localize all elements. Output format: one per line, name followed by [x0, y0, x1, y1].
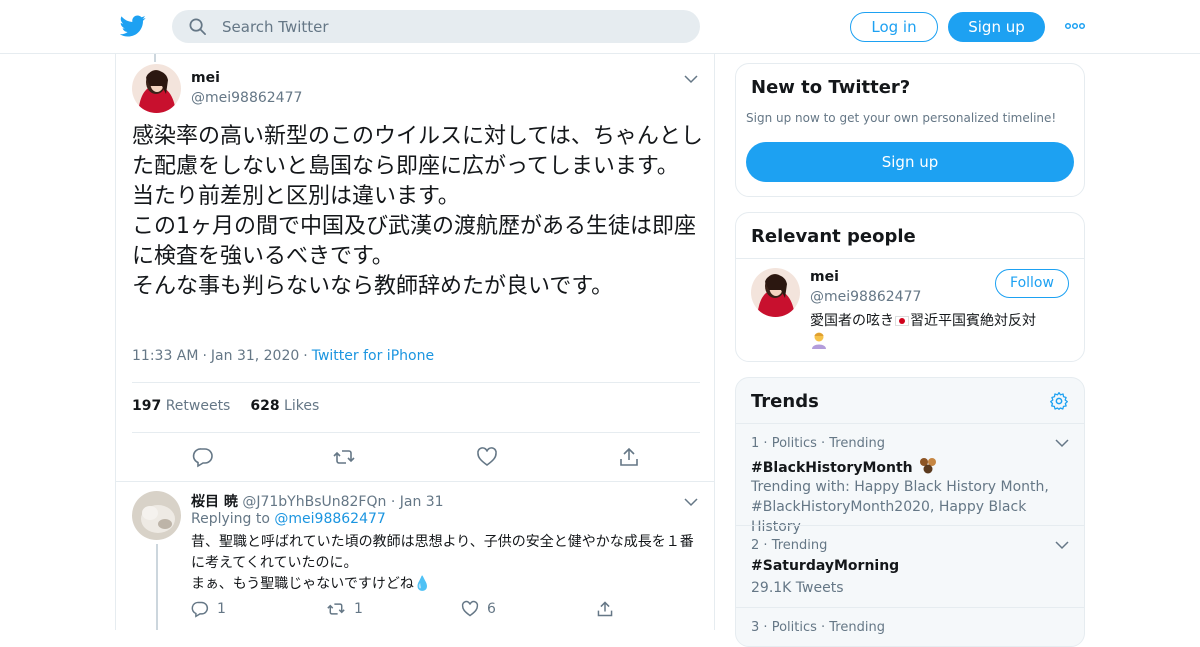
- person-name[interactable]: mei: [810, 269, 839, 285]
- person-handle[interactable]: @mei98862477: [810, 289, 921, 305]
- replying-to-handle-link[interactable]: @mei98862477: [274, 511, 385, 527]
- likes-stat[interactable]: 628 Likes: [250, 398, 319, 414]
- tweet-author-handle[interactable]: @mei98862477: [191, 90, 302, 106]
- person-bio: 愛国者の呟き 習近平国賓絶対反対: [810, 311, 1072, 351]
- new-to-twitter-card: New to Twitter? Sign up now to get your …: [735, 63, 1085, 197]
- raised-fists-emoji-icon: [919, 458, 936, 474]
- main-timeline: mei @mei98862477 感染率の高い新型のこのウイルスに対しては、ちゃ…: [115, 54, 715, 630]
- search-bar[interactable]: [172, 10, 700, 43]
- chevron-down-icon[interactable]: [1055, 540, 1069, 550]
- card-title: New to Twitter?: [751, 77, 911, 98]
- card-title: Relevant people: [751, 226, 916, 247]
- tweet-text: 感染率の高い新型のこのウイルスに対しては、ちゃんとした配慮をしないと島国なら即座…: [132, 124, 703, 299]
- divider: [132, 432, 700, 433]
- reply-date[interactable]: Jan 31: [400, 494, 444, 510]
- reply-action-share[interactable]: [596, 600, 622, 620]
- avatar-image: [132, 64, 181, 113]
- tweet-date: Jan 31, 2020: [210, 348, 300, 364]
- reply-author-handle[interactable]: @J71bYhBsUn82FQn: [242, 494, 386, 510]
- replying-to: Replying to @mei98862477: [191, 511, 386, 527]
- avatar[interactable]: [132, 64, 181, 113]
- search-icon: [189, 18, 206, 35]
- tweet-timestamp[interactable]: 11:33 AM · Jan 31, 2020 · Twitter for iPhone: [132, 348, 434, 364]
- relevant-people-card: Relevant people mei @mei98862477 Follow …: [735, 212, 1085, 362]
- avatar[interactable]: [751, 268, 800, 317]
- reply-icon[interactable]: [192, 446, 214, 468]
- trend-name[interactable]: #BlackHistoryMonth: [751, 457, 938, 476]
- japan-flag-icon: [895, 316, 909, 326]
- reply-action-retweet[interactable]: 1: [326, 600, 363, 620]
- trend-item[interactable]: 1 · Politics · Trending #BlackHistoryMon…: [736, 423, 1084, 535]
- card-subtitle: Sign up now to get your own personalized…: [746, 111, 1057, 125]
- retweet-count: 1: [354, 601, 363, 617]
- tweet-stats: 197 Retweets 628 Likes: [132, 398, 319, 414]
- reply-count: 1: [217, 601, 226, 617]
- reply-action-reply[interactable]: 1: [191, 600, 226, 620]
- share-icon[interactable]: [618, 446, 640, 468]
- share-icon: [597, 601, 613, 617]
- signup-button[interactable]: Sign up: [948, 12, 1045, 42]
- trend-item[interactable]: 2 · Trending #SaturdayMorning 29.1K Twee…: [736, 525, 1084, 607]
- like-icon[interactable]: [476, 446, 498, 468]
- like-icon: [461, 600, 479, 617]
- avatar-image: [132, 491, 181, 540]
- reply-header[interactable]: 桜目 暁 @J71bYhBsUn82FQn · Jan 31: [191, 491, 444, 511]
- person-emoji-icon: [812, 332, 826, 349]
- divider: [116, 481, 714, 482]
- reply-action-like[interactable]: 6: [461, 600, 496, 620]
- card-title: Trends: [751, 391, 819, 412]
- more-options-icon[interactable]: [1064, 18, 1086, 34]
- follow-button[interactable]: Follow: [995, 269, 1069, 298]
- trends-card: Trends 1 · Politics · Trending #BlackHis…: [735, 377, 1085, 647]
- retweet-icon: [327, 603, 345, 615]
- trend-item[interactable]: 3 · Politics · Trending: [736, 607, 1084, 646]
- thread-line: [154, 54, 156, 62]
- trend-context: 2 · Trending: [751, 538, 828, 553]
- search-input[interactable]: [222, 10, 682, 43]
- tweet-author-name[interactable]: mei: [191, 70, 220, 86]
- trend-context: 3 · Politics · Trending: [751, 620, 885, 635]
- thread-line: [156, 544, 158, 630]
- top-navbar: Log in Sign up: [0, 0, 1200, 54]
- trend-tweet-count: 29.1K Tweets: [751, 580, 844, 596]
- avatar-image: [751, 268, 800, 317]
- reply-icon: [191, 601, 209, 618]
- retweet-icon[interactable]: [333, 446, 355, 468]
- trend-name[interactable]: #SaturdayMorning: [751, 558, 899, 574]
- chevron-down-icon[interactable]: [684, 497, 698, 507]
- retweets-stat[interactable]: 197 Retweets: [132, 398, 230, 414]
- sidebar-signup-button[interactable]: Sign up: [746, 142, 1074, 182]
- chevron-down-icon[interactable]: [684, 74, 698, 84]
- trend-context: 1 · Politics · Trending: [751, 436, 885, 451]
- chevron-down-icon[interactable]: [1055, 438, 1069, 448]
- login-button[interactable]: Log in: [850, 12, 938, 42]
- gear-icon[interactable]: [1049, 391, 1069, 411]
- divider: [736, 258, 1084, 259]
- tweet-source[interactable]: Twitter for iPhone: [312, 348, 434, 364]
- twitter-bird-icon[interactable]: [120, 13, 146, 39]
- avatar[interactable]: [132, 491, 181, 540]
- reply-author-name[interactable]: 桜目 暁: [191, 494, 238, 510]
- reply-text: 昔、聖職と呼ばれていた頃の教師は思想より、子供の安全と健やかな成長を１番に考えて…: [191, 534, 694, 592]
- tweet-time: 11:33 AM: [132, 348, 199, 364]
- like-count: 6: [487, 601, 496, 617]
- divider: [132, 382, 700, 383]
